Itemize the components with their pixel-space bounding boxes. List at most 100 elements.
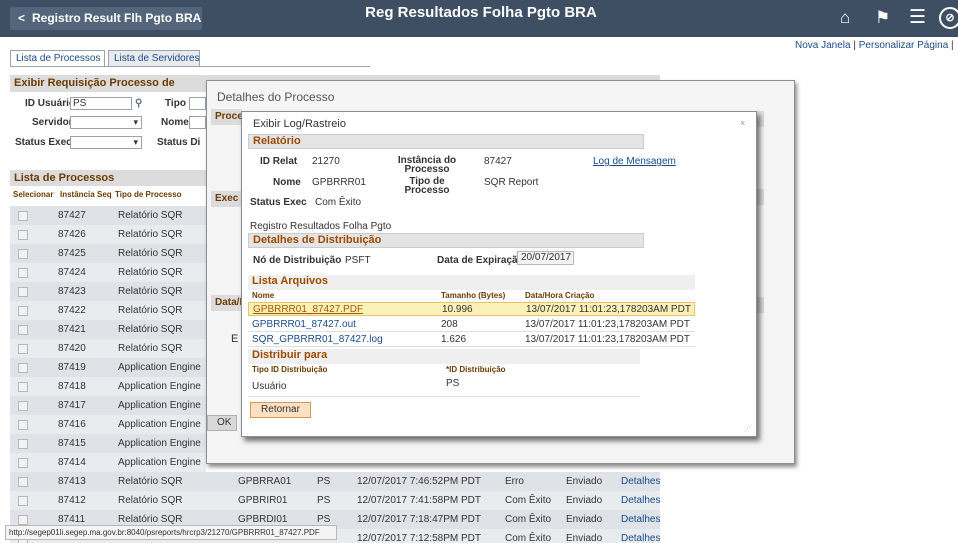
menu-icon[interactable]: ☰	[909, 8, 926, 28]
column-header: Tamanho (Bytes)	[441, 291, 506, 300]
select-checkbox[interactable]	[18, 515, 28, 525]
instance-cell: 87415	[58, 438, 86, 449]
select-checkbox[interactable]	[18, 477, 28, 487]
user-id-field[interactable]: PS	[70, 97, 132, 110]
process-name-cell: GPBRRA01	[238, 476, 292, 487]
dist-status-cell: Enviado	[566, 476, 603, 487]
select-checkbox[interactable]	[18, 306, 28, 316]
select-checkbox[interactable]	[18, 382, 28, 392]
select-checkbox[interactable]	[18, 401, 28, 411]
user-cell: PS	[317, 514, 331, 525]
table-row: 87422 Relatório SQR	[10, 301, 206, 320]
select-checkbox[interactable]	[18, 268, 28, 278]
instance-cell: 87419	[58, 362, 86, 373]
select-checkbox[interactable]	[18, 458, 28, 468]
chevron-down-icon: ▾	[133, 137, 138, 147]
report-description: Registro Resultados Folha Pgto	[250, 221, 392, 232]
select-checkbox[interactable]	[18, 344, 28, 354]
instance-cell: 87423	[58, 286, 86, 297]
file-link[interactable]: GPBRRR01_87427.out	[252, 319, 356, 330]
process-type-cell: Application Engine	[118, 438, 201, 449]
details-link[interactable]: Detalhes	[621, 514, 660, 525]
type-field[interactable]	[189, 97, 206, 110]
instance-cell: 87411	[58, 514, 86, 525]
table-row: 87415 Application Engine	[10, 434, 206, 453]
process-name-cell: GPBRDI01	[238, 514, 288, 525]
process-type-cell: Relatório SQR	[118, 495, 183, 506]
server-select[interactable]: ▾	[70, 116, 142, 129]
process-type-cell: Application Engine	[118, 381, 201, 392]
close-icon[interactable]: ×	[740, 119, 749, 128]
expiration-date-label: Data de Expiração	[437, 255, 524, 266]
status-dist-label: Status Di	[157, 137, 201, 148]
instance-cell: 87426	[58, 229, 86, 240]
column-header[interactable]: Seq	[97, 190, 112, 199]
column-header[interactable]: Tipo de Processo	[115, 190, 182, 199]
table-row: 87424 Relatório SQR	[10, 263, 206, 282]
select-checkbox[interactable]	[18, 325, 28, 335]
process-type-cell: Relatório SQR	[118, 248, 183, 259]
select-checkbox[interactable]	[18, 420, 28, 430]
table-row: 87413 Relatório SQR	[10, 472, 206, 491]
distribution-section-header: Detalhes de Distribuição	[248, 233, 644, 248]
file-row: GPBRRR01_87427.out 208 13/07/2017 11:01:…	[248, 318, 695, 332]
flag-icon[interactable]: ⚑	[875, 8, 890, 28]
file-size: 1.626	[441, 334, 467, 345]
process-type-cell: Relatório SQR	[118, 324, 183, 335]
process-type-cell: Relatório SQR	[118, 343, 183, 354]
distribution-type: Usuário	[252, 381, 287, 392]
select-checkbox[interactable]	[18, 287, 28, 297]
table-row: 87412 Relatório SQR	[10, 491, 206, 510]
select-checkbox[interactable]	[18, 211, 28, 221]
process-type-cell: Relatório SQR	[118, 286, 183, 297]
details-link[interactable]: Detalhes	[621, 476, 660, 487]
process-type-cell: Relatório SQR	[118, 229, 183, 240]
search-icon[interactable]: ⚲	[135, 98, 142, 109]
chevron-down-icon: ▾	[133, 117, 138, 127]
report-section-header: Relatório	[248, 134, 644, 149]
run-status-cell: Com Êxito	[505, 514, 552, 525]
select-checkbox[interactable]	[18, 230, 28, 240]
select-checkbox[interactable]	[18, 249, 28, 259]
status-exec-select[interactable]: ▾	[70, 136, 142, 149]
table-row: 87423 Relatório SQR	[10, 282, 206, 301]
personalize-page-link[interactable]: Personalizar Página	[859, 40, 949, 51]
instance-cell: 87422	[58, 305, 86, 316]
resize-grip-icon[interactable]: ⋰	[744, 425, 752, 433]
column-header[interactable]: Selecionar	[13, 190, 53, 199]
file-row: GPBRRR01_87427.PDF 10.996 13/07/2017 11:…	[248, 302, 695, 316]
select-checkbox[interactable]	[18, 439, 28, 449]
distribute-column-headers: Tipo ID Distribuição *ID Distribuição	[248, 364, 640, 376]
column-header: *ID Distribuição	[446, 365, 506, 374]
details-link[interactable]: Detalhes	[621, 533, 660, 543]
name-field[interactable]	[189, 116, 206, 129]
message-log-link-text[interactable]: Log de Mensagem	[593, 156, 676, 167]
dist-status-cell: Enviado	[566, 533, 603, 543]
file-created: 13/07/2017 11:01:23,178203AM PDT	[525, 319, 690, 330]
tab-process-list[interactable]: Lista de Processos	[10, 50, 105, 67]
link-separator: |	[853, 40, 856, 51]
page-links: Nova Janela | Personalizar Página |	[795, 40, 958, 51]
process-instance-label: Instância do Processo	[397, 155, 457, 175]
navigator-icon[interactable]: ⊘	[939, 7, 958, 29]
back-button[interactable]: < Registro Result Flh Pgto BRA	[10, 7, 202, 30]
details-link[interactable]: Detalhes	[621, 495, 660, 506]
instance-cell: 87427	[58, 210, 86, 221]
file-link[interactable]: SQR_GPBRRR01_87427.log	[252, 334, 383, 345]
file-link[interactable]: GPBRRR01_87427.PDF	[253, 304, 363, 315]
new-window-link[interactable]: Nova Janela	[795, 40, 851, 51]
select-checkbox[interactable]	[18, 363, 28, 373]
status-exec-label: Status Exec	[15, 137, 72, 148]
home-icon[interactable]: ⌂	[840, 8, 850, 28]
chevron-left-icon: <	[18, 11, 26, 25]
instance-cell: 87417	[58, 400, 86, 411]
table-row: 87421 Relatório SQR	[10, 320, 206, 339]
select-checkbox[interactable]	[18, 496, 28, 506]
message-log-link[interactable]: Log de Mensagem	[593, 156, 676, 167]
user-cell: PS	[317, 476, 331, 487]
tab-server-list[interactable]: Lista de Servidores	[108, 50, 200, 67]
return-button[interactable]: Retornar	[250, 402, 311, 418]
ok-button[interactable]: OK	[207, 415, 237, 431]
distribution-node-value: PSFT	[345, 255, 371, 266]
column-header[interactable]: Instância	[60, 190, 95, 199]
